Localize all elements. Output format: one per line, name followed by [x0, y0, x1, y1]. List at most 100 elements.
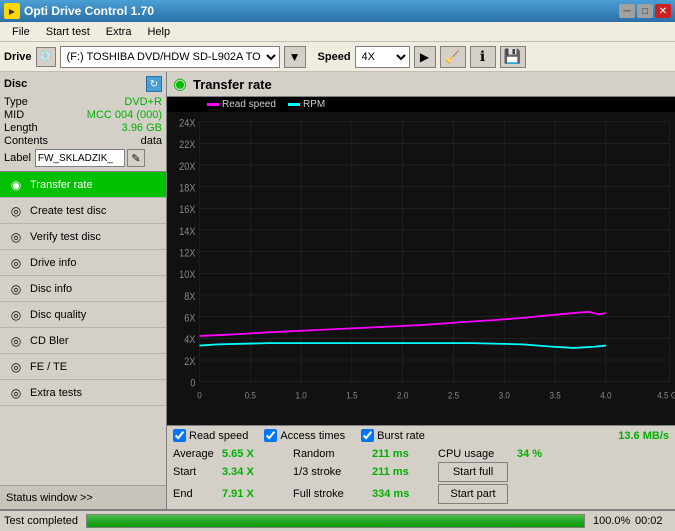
average-label: Average [173, 448, 218, 460]
sidebar-item-transfer-rate[interactable]: ◉ Transfer rate [0, 172, 166, 198]
svg-text:10X: 10X [179, 269, 196, 281]
disc-length-label: Length [4, 122, 38, 134]
progress-bar-fill [87, 515, 584, 527]
cb-read-speed[interactable]: Read speed [173, 429, 248, 442]
drive-refresh-button[interactable]: ▼ [284, 46, 306, 68]
sidebar-item-disc-quality[interactable]: ◎ Disc quality [0, 302, 166, 328]
main-area: Disc ↻ Type DVD+R MID MCC 004 (000) Leng… [0, 72, 675, 509]
svg-text:20X: 20X [179, 161, 196, 173]
speed-label: Speed [318, 51, 351, 63]
cb-burst-rate-input[interactable] [361, 429, 374, 442]
disc-length-row: Length 3.96 GB [4, 122, 162, 134]
disc-length-value: 3.96 GB [122, 122, 162, 134]
save-button[interactable]: 💾 [500, 46, 526, 68]
svg-text:1.5: 1.5 [346, 390, 357, 401]
minimize-button[interactable]: ─ [619, 4, 635, 18]
sidebar-menu: ◉ Transfer rate ◎ Create test disc ◎ Ver… [0, 172, 166, 406]
drive-info-icon: ◎ [8, 255, 24, 271]
menu-start-test[interactable]: Start test [38, 24, 98, 40]
cb-access-times-input[interactable] [264, 429, 277, 442]
svg-text:3.0: 3.0 [499, 390, 510, 401]
sidebar-item-cd-bler[interactable]: ◎ CD Bler [0, 328, 166, 354]
start-label: Start [173, 466, 218, 478]
menu-file[interactable]: File [4, 24, 38, 40]
sidebar-item-disc-info[interactable]: ◎ Disc info [0, 276, 166, 302]
sidebar-item-create-test-disc[interactable]: ◎ Create test disc [0, 198, 166, 224]
disc-mid-value: MCC 004 (000) [87, 109, 162, 121]
svg-text:8X: 8X [184, 291, 195, 303]
stroke13-value: 211 ms [372, 466, 417, 478]
stroke13-label: 1/3 stroke [293, 466, 368, 478]
status-time: 00:02 [635, 515, 671, 527]
disc-section: Disc ↻ Type DVD+R MID MCC 004 (000) Leng… [0, 72, 166, 172]
svg-text:16X: 16X [179, 204, 196, 216]
drive-select[interactable]: (F:) TOSHIBA DVD/HDW SD-L902A TO35 [60, 46, 280, 68]
sidebar-item-drive-info[interactable]: ◎ Drive info [0, 250, 166, 276]
burst-rate-number: 13.6 MB/s [618, 430, 669, 442]
speed-select[interactable]: 4X [355, 46, 410, 68]
svg-text:2X: 2X [184, 356, 195, 368]
drive-label: Drive [4, 51, 32, 63]
right-panel: ◉ Transfer rate Read speed RPM 24X 22X 2… [167, 72, 675, 509]
svg-text:0: 0 [190, 378, 195, 390]
menu-help[interactable]: Help [139, 24, 178, 40]
full-stroke-cell: Full stroke 334 ms [293, 488, 438, 500]
statusbar: Test completed 100.0% 00:02 [0, 509, 675, 531]
verify-test-disc-icon: ◎ [8, 229, 24, 245]
average-cell: Average 5.65 X [173, 448, 293, 460]
cb-burst-rate[interactable]: Burst rate [361, 429, 425, 442]
titlebar: ▶ Opti Drive Control 1.70 ─ □ ✕ [0, 0, 675, 22]
disc-label-input[interactable] [35, 149, 125, 167]
disc-contents-label: Contents [4, 135, 48, 147]
cb-access-times[interactable]: Access times [264, 429, 345, 442]
sidebar-item-extra-tests[interactable]: ◎ Extra tests [0, 380, 166, 406]
cpu-value: 34 % [517, 448, 557, 460]
legend-read-speed-color [207, 103, 219, 106]
info-button[interactable]: ℹ [470, 46, 496, 68]
svg-text:12X: 12X [179, 248, 196, 260]
start-full-button[interactable]: Start full [438, 462, 508, 482]
cb-read-speed-label: Read speed [189, 430, 248, 442]
title-left: ▶ Opti Drive Control 1.70 [4, 3, 154, 19]
checkbox-row: Read speed Access times Burst rate 13.6 … [167, 425, 675, 445]
burst-rate-value: 13.6 MB/s [618, 430, 669, 442]
sidebar-item-verify-test-disc[interactable]: ◎ Verify test disc [0, 224, 166, 250]
random-cell: Random 211 ms [293, 448, 438, 460]
start-value: 3.34 X [222, 466, 262, 478]
start-part-button[interactable]: Start part [438, 484, 508, 504]
svg-text:1.0: 1.0 [295, 390, 306, 401]
sidebar-label-verify-test-disc: Verify test disc [30, 231, 101, 243]
svg-text:24X: 24X [179, 118, 196, 130]
disc-refresh-button[interactable]: ↻ [146, 76, 162, 92]
disc-type-label: Type [4, 96, 28, 108]
random-label: Random [293, 448, 368, 460]
stroke13-cell: 1/3 stroke 211 ms [293, 466, 438, 478]
svg-text:2.0: 2.0 [397, 390, 408, 401]
chart-svg: 24X 22X 20X 18X 16X 14X 12X 10X 8X 6X 4X… [167, 112, 675, 425]
chart-legend: Read speed RPM [167, 97, 675, 112]
end-value: 7.91 X [222, 488, 262, 500]
svg-text:22X: 22X [179, 139, 196, 151]
create-test-disc-icon: ◎ [8, 203, 24, 219]
svg-text:4.0: 4.0 [600, 390, 611, 401]
progress-percent: 100.0% [593, 515, 631, 527]
disc-title: Disc [4, 78, 27, 90]
speed-arrow-button[interactable]: ▶ [414, 46, 436, 68]
sidebar-label-extra-tests: Extra tests [30, 387, 82, 399]
disc-label-edit-button[interactable]: ✎ [127, 149, 145, 167]
close-button[interactable]: ✕ [655, 4, 671, 18]
stats-area: Average 5.65 X Random 211 ms CPU usage 3… [167, 445, 675, 509]
sidebar-item-fe-te[interactable]: ◎ FE / TE [0, 354, 166, 380]
maximize-button[interactable]: □ [637, 4, 653, 18]
disc-contents-row: Contents data [4, 135, 162, 147]
menu-extra[interactable]: Extra [98, 24, 140, 40]
cb-access-times-label: Access times [280, 430, 345, 442]
erase-button[interactable]: 🧹 [440, 46, 466, 68]
extra-tests-icon: ◎ [8, 385, 24, 401]
legend-rpm-label: RPM [303, 99, 325, 110]
status-window-button[interactable]: Status window >> [0, 485, 166, 509]
cb-read-speed-input[interactable] [173, 429, 186, 442]
end-cell: End 7.91 X [173, 488, 293, 500]
sidebar-label-disc-info: Disc info [30, 283, 72, 295]
cpu-cell: CPU usage 34 % [438, 448, 669, 460]
